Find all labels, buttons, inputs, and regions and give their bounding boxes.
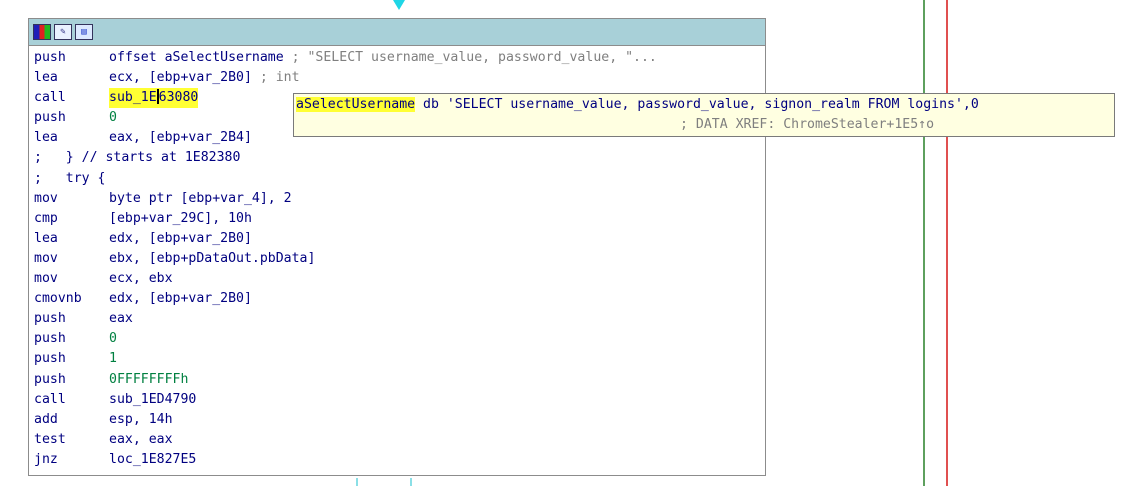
hint-tooltip: aSelectUsername db 'SELECT username_valu… bbox=[293, 93, 1115, 137]
code-line[interactable]: test eax, eax bbox=[34, 430, 765, 450]
code-line[interactable]: ; try { bbox=[34, 169, 765, 189]
comment: ; int bbox=[251, 70, 300, 86]
operand[interactable]: ecx, ebx bbox=[109, 269, 173, 289]
mnemonic: mov bbox=[34, 250, 58, 266]
incoming-edge-arrow-icon bbox=[393, 0, 405, 10]
code-line[interactable]: lea edx, [ebp+var_2B0] bbox=[34, 229, 765, 249]
operand[interactable]: edx, [ebp+var_2B0] bbox=[109, 229, 252, 249]
mnemonic: cmp bbox=[34, 210, 58, 226]
code-line[interactable]: add esp, 14h bbox=[34, 410, 765, 430]
operand[interactable]: ebx, [ebp+pDataOut.pbData] bbox=[109, 249, 315, 269]
node-title-bar[interactable]: ✎ ▤ bbox=[29, 19, 765, 46]
mnemonic: push bbox=[34, 50, 66, 65]
code-line[interactable]: jnz loc_1E827E5 bbox=[34, 450, 765, 470]
mnemonic: cmovnb bbox=[34, 291, 82, 307]
operand[interactable]: eax bbox=[109, 309, 133, 329]
mnemonic: jnz bbox=[34, 451, 58, 467]
hint-line: aSelectUsername db 'SELECT username_valu… bbox=[296, 95, 1114, 115]
operand[interactable]: 1 bbox=[109, 349, 117, 369]
operand[interactable]: [ebp+var_29C], 10h bbox=[109, 209, 252, 229]
mnemonic: lea bbox=[34, 230, 58, 246]
operand[interactable]: loc_1E827E5 bbox=[109, 450, 196, 470]
mnemonic: push bbox=[34, 331, 66, 347]
operand[interactable]: 0FFFFFFFFh bbox=[109, 370, 188, 390]
mnemonic: mov bbox=[34, 190, 58, 206]
structure-comment: ; } // starts at 1E82380 bbox=[34, 150, 241, 166]
code-line[interactable]: cmovnb edx, [ebp+var_2B0] bbox=[34, 289, 765, 309]
code-line[interactable]: lea ecx, [ebp+var_2B0] ; int bbox=[34, 68, 765, 88]
color-bars-icon[interactable] bbox=[33, 24, 51, 40]
outgoing-edge-left bbox=[356, 478, 358, 486]
edge-line-green bbox=[923, 0, 925, 486]
code-line[interactable]: ; } // starts at 1E82380 bbox=[34, 148, 765, 168]
mnemonic: call bbox=[34, 391, 66, 407]
mnemonic: add bbox=[34, 411, 58, 427]
operand[interactable]: byte ptr [ebp+var_4], 2 bbox=[109, 189, 292, 209]
mnemonic: mov bbox=[34, 271, 58, 287]
hint-xref: ; DATA XREF: ChromeStealer+1E5↑o bbox=[680, 117, 935, 132]
operand[interactable]: edx, [ebp+var_2B0] bbox=[109, 289, 252, 309]
operand-part: sub_1E bbox=[109, 90, 157, 106]
comment: ; "SELECT username_value, password_value… bbox=[283, 50, 657, 65]
operand[interactable]: 0 bbox=[109, 329, 117, 349]
hint-directive: db 'SELECT username_value, password_valu… bbox=[415, 97, 979, 112]
operand-part: 63080 bbox=[158, 90, 199, 106]
graph-view-icon[interactable]: ▤ bbox=[75, 24, 93, 40]
code-line[interactable]: push 0 bbox=[34, 329, 765, 349]
operand[interactable]: sub_1ED4790 bbox=[109, 390, 196, 410]
code-line[interactable]: push offset aSelectUsername ; "SELECT use… bbox=[34, 48, 765, 68]
mnemonic: push bbox=[34, 351, 66, 367]
mnemonic: push bbox=[34, 311, 66, 327]
code-line[interactable]: push 1 bbox=[34, 349, 765, 369]
operand[interactable]: eax, [ebp+var_2B4] bbox=[109, 128, 252, 148]
graph-node[interactable]: ✎ ▤ push offset aSelectUsername ; "SELECT… bbox=[28, 18, 766, 476]
mnemonic: call bbox=[34, 90, 66, 106]
outgoing-edge-right bbox=[410, 478, 412, 486]
code-line[interactable]: mov ecx, ebx bbox=[34, 269, 765, 289]
mnemonic: push bbox=[34, 371, 66, 387]
operand[interactable]: ecx, [ebp+var_2B0] bbox=[109, 68, 252, 88]
code-line[interactable]: mov byte ptr [ebp+var_4], 2 bbox=[34, 189, 765, 209]
code-line[interactable]: call sub_1ED4790 bbox=[34, 390, 765, 410]
operand[interactable]: eax, eax bbox=[109, 430, 173, 450]
mnemonic: push bbox=[34, 110, 66, 126]
mnemonic: test bbox=[34, 431, 66, 447]
code-line[interactable]: mov ebx, [ebp+pDataOut.pbData] bbox=[34, 249, 765, 269]
code-line[interactable]: push eax bbox=[34, 309, 765, 329]
mnemonic: lea bbox=[34, 70, 58, 86]
edit-text-icon[interactable]: ✎ bbox=[54, 24, 72, 40]
mnemonic: lea bbox=[34, 130, 58, 146]
code-line[interactable]: cmp [ebp+var_29C], 10h bbox=[34, 209, 765, 229]
edge-line-red bbox=[946, 0, 948, 486]
operand[interactable]: offset aSelectUsername bbox=[109, 48, 284, 68]
structure-comment: ; try { bbox=[34, 170, 106, 186]
highlighted-operand[interactable]: sub_1E 63080 bbox=[109, 88, 199, 109]
operand[interactable]: 0 bbox=[109, 108, 117, 128]
code-line[interactable]: push 0FFFFFFFFh bbox=[34, 370, 765, 390]
hint-label: aSelectUsername bbox=[296, 97, 416, 112]
operand[interactable]: esp, 14h bbox=[109, 410, 173, 430]
